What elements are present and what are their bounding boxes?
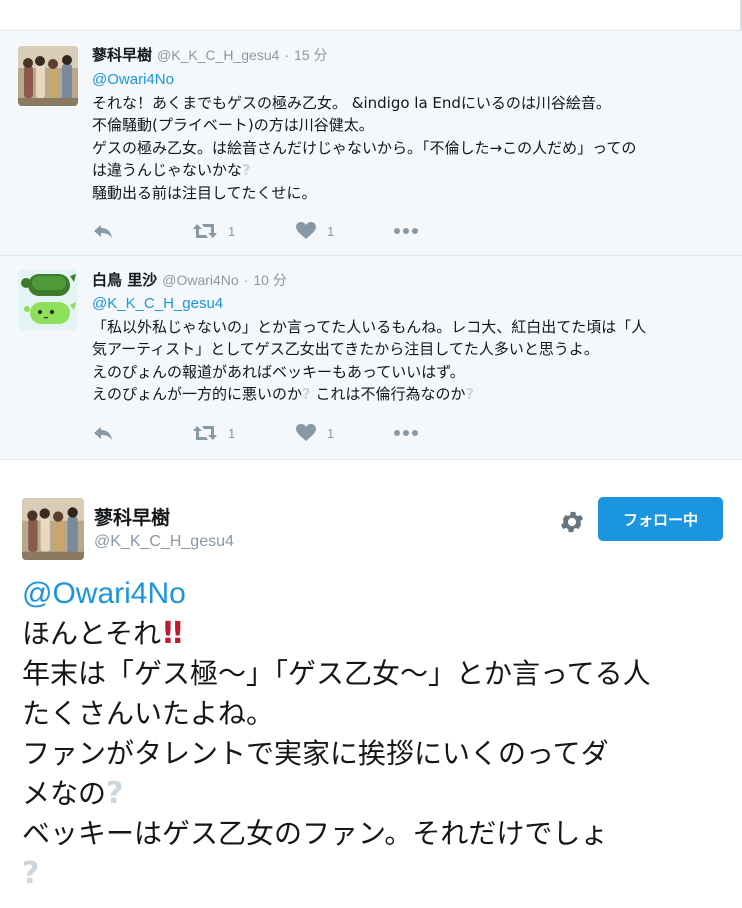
like-count: 1: [327, 223, 335, 239]
like-button[interactable]: 1: [295, 422, 334, 444]
settings-button[interactable]: [558, 508, 586, 536]
display-name[interactable]: 蓼科早樹: [94, 503, 170, 530]
reply-button[interactable]: [92, 220, 114, 242]
tweet-line: 騒動出る前は注目してたくせに。: [92, 183, 317, 202]
more-button[interactable]: [393, 422, 419, 444]
reply-button[interactable]: [92, 422, 114, 444]
avatar-photo: [18, 46, 78, 106]
reply-tweet[interactable]: 蓼科早樹 @K_K_C_H_gesu4 · 15 分 @Owari4No それな！あく…: [0, 30, 742, 255]
display-name[interactable]: 白鳥 里沙: [92, 271, 157, 289]
display-name[interactable]: 蓼科早樹: [92, 46, 152, 64]
mention-link[interactable]: @K_K_C_H_gesu4: [92, 295, 223, 312]
tweet-line: それな！あくまでもゲスの極み乙女。 &indigo la Endにいるのは川谷絵…: [92, 93, 611, 112]
tweet-line: 不倫騒動(プライベート)の方は川谷健太。: [92, 116, 374, 134]
timestamp[interactable]: 10 分: [253, 272, 286, 288]
avatar-photo: [22, 498, 84, 560]
retweet-icon: [193, 224, 217, 238]
main-tweet: 蓼科早樹 @K_K_C_H_gesu4 フォロー中 @Owari4No ほんとそ…: [0, 459, 742, 908]
handle[interactable]: @K_K_C_H_gesu4: [94, 533, 234, 551]
question-mark-emoji: ?: [302, 385, 311, 403]
avatar[interactable]: [18, 270, 78, 330]
handle[interactable]: @K_K_C_H_gesu4: [157, 47, 279, 63]
tweet-text: @Owari4No ほんとそれ!! 年末は「ゲス極～」「ゲス乙女～」とか言ってる…: [22, 574, 734, 894]
tweet-line: メなの: [22, 777, 107, 810]
retweet-count: 1: [228, 425, 236, 441]
tweet-line: たくさんいたよね。: [22, 697, 275, 730]
tweet-line: これは不倫行為なのか: [310, 385, 466, 403]
tweet-line: 「私以外私じゃないの」とか言ってた人いるもんね。レコ大、紅白出てた頃は「人: [92, 317, 647, 336]
question-mark-emoji: ?: [242, 161, 251, 179]
tweet-line: 気アーティスト」としてゲス乙女出てきたから注目してた人多いと思うよ。: [92, 340, 599, 358]
separator-dot: ·: [284, 47, 290, 63]
mention-link[interactable]: @Owari4No: [22, 577, 186, 610]
tweet-line: は違うんじゃないかな: [92, 161, 243, 179]
avatar[interactable]: [22, 498, 84, 560]
tweet-text: @Owari4No それな！あくまでもゲスの極み乙女。 &indigo la E…: [92, 68, 732, 204]
timestamp[interactable]: 15 分: [294, 47, 327, 63]
tweet-line: ベッキーはゲス乙女のファン。それだけでしょ: [22, 817, 609, 850]
tweet-actions: 1 1: [92, 422, 492, 444]
handle[interactable]: @Owari4No: [162, 272, 238, 288]
mention-link[interactable]: @Owari4No: [92, 71, 174, 88]
retweet-button[interactable]: 1: [192, 422, 235, 444]
retweet-icon: [193, 426, 217, 440]
tweet-line: えのぴょんの報道があればベッキーもあっていいはず。: [92, 362, 465, 381]
following-button[interactable]: フォロー中: [598, 497, 723, 541]
tweet-line: ゲスの極み乙女。は絵音さんだけじゃないから。「不倫した→この人だめ」っての: [92, 138, 637, 157]
avatar-illustration: [18, 270, 78, 330]
question-mark-emoji: ?: [22, 856, 40, 891]
tweet-header: 白鳥 里沙 @Owari4No · 10 分: [92, 269, 287, 291]
heart-icon: [296, 424, 316, 441]
retweet-count: 1: [228, 223, 236, 239]
reply-icon: [94, 225, 112, 238]
tweet-line: ほんとそれ: [22, 617, 162, 650]
tweet-line: えのぴょんが一方的に悪いのか: [92, 385, 303, 403]
question-mark-emoji: ?: [465, 385, 475, 403]
tweet-line: ファンがタレントで実家に挨拶にいくのってダ: [22, 737, 609, 770]
retweet-button[interactable]: 1: [192, 220, 235, 242]
like-count: 1: [327, 425, 335, 441]
tweet-line: 年末は「ゲス極～」「ゲス乙女～」とか言ってる人: [22, 657, 651, 690]
like-button[interactable]: 1: [295, 220, 334, 242]
avatar[interactable]: [18, 46, 78, 106]
more-icon: [394, 430, 418, 436]
top-strip: [0, 0, 742, 30]
reply-icon: [94, 427, 112, 440]
question-mark-emoji: ?: [106, 776, 124, 811]
more-icon: [394, 228, 418, 234]
reply-tweet[interactable]: 白鳥 里沙 @Owari4No · 10 分 @K_K_C_H_gesu4 「私以外私…: [0, 255, 742, 459]
double-exclamation-emoji: !!: [161, 616, 184, 651]
heart-icon: [296, 222, 316, 239]
separator-dot: ·: [243, 272, 249, 288]
tweet-header: 蓼科早樹 @K_K_C_H_gesu4 · 15 分: [92, 44, 328, 66]
more-button[interactable]: [393, 220, 419, 242]
gear-icon: [560, 511, 584, 533]
tweet-text: @K_K_C_H_gesu4 「私以外私じゃないの」とか言ってた人いるもんね。レ…: [92, 292, 732, 406]
tweet-actions: 1 1: [92, 220, 492, 242]
